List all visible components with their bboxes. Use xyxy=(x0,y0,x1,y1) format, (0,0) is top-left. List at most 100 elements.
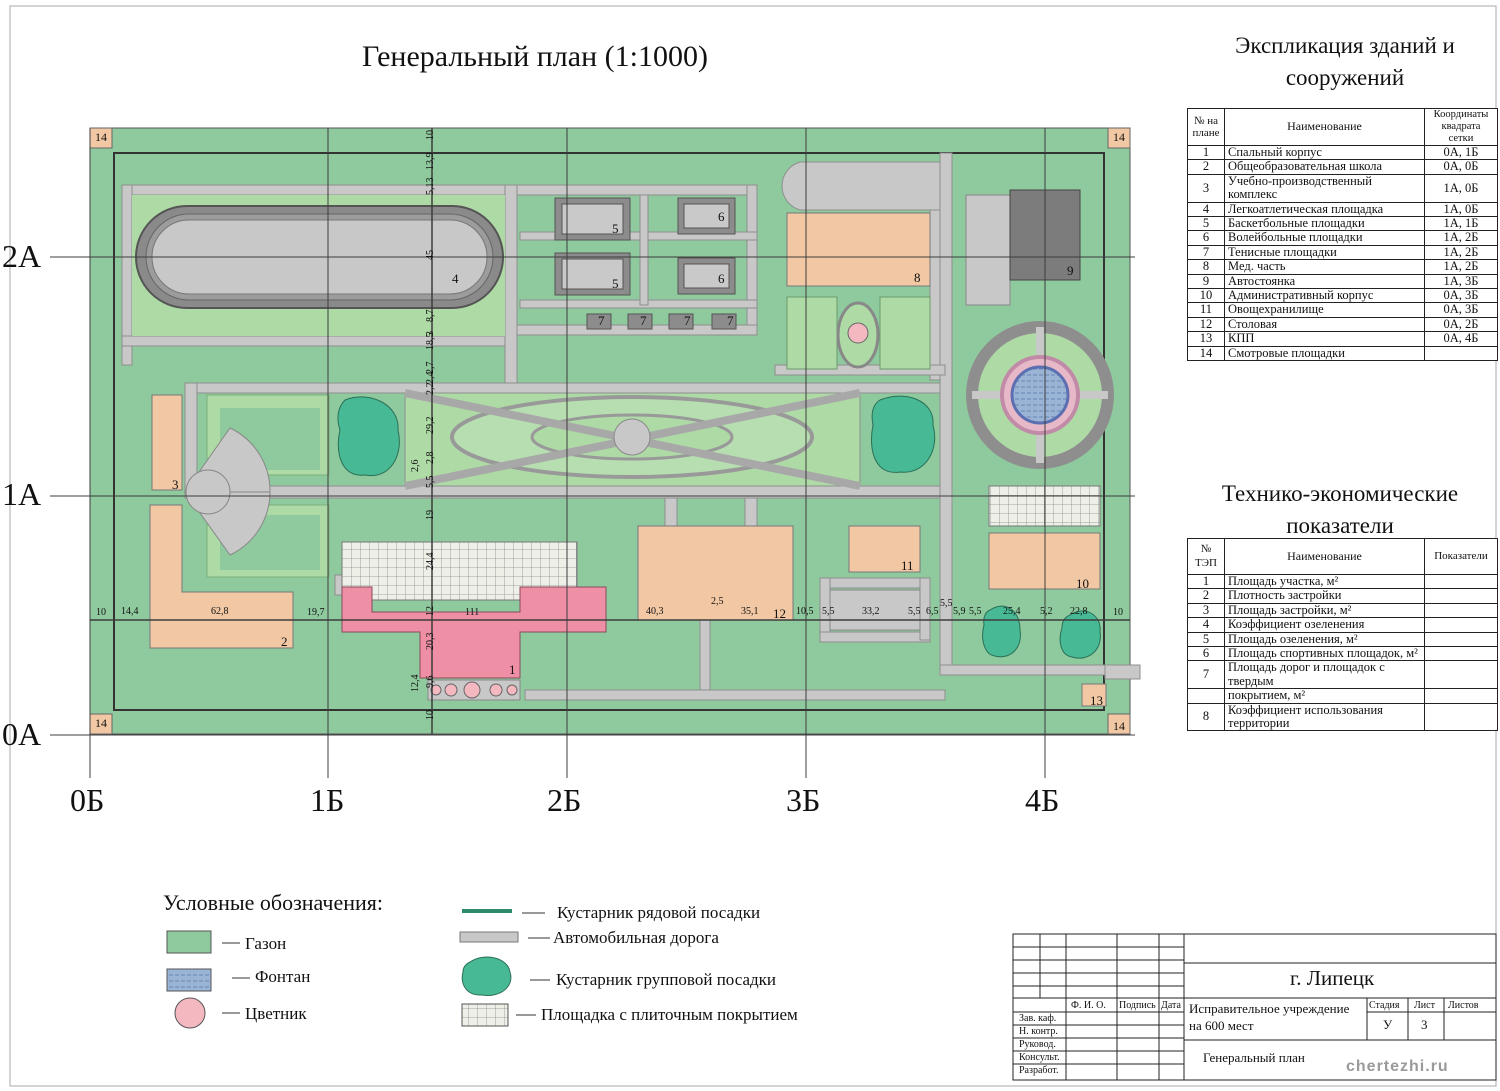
table-cell xyxy=(1424,660,1498,690)
table-cell: Площадь озеленения, м² xyxy=(1224,631,1425,648)
building-number: 9 xyxy=(1067,263,1074,278)
col-header: Координаты квадрата сетки xyxy=(1424,108,1498,146)
col-axis-label: 1Б xyxy=(310,782,345,818)
building-number: 11 xyxy=(901,558,914,573)
table-cell: Баскетбольные площадки xyxy=(1224,216,1425,232)
table-cell: Волейбольные площадки xyxy=(1224,230,1425,246)
table-cell xyxy=(1424,702,1498,732)
dim-label: 9,6 xyxy=(425,675,436,689)
dim-label: 10 xyxy=(1113,607,1123,618)
flowerbed-circle xyxy=(506,684,518,696)
col-header: Наименование xyxy=(1224,538,1425,575)
explication-title: Экспликация зданий и сооружений xyxy=(1190,30,1500,94)
dim-label: 2,5 xyxy=(711,596,724,607)
stamp-sheet-value: 3 xyxy=(1421,1017,1428,1032)
table-cell: 2 xyxy=(1187,588,1225,604)
building-number: 1 xyxy=(509,662,516,677)
table-row: 8 Мед. часть 1А, 2Б xyxy=(1187,259,1498,275)
dim-label: 2,6 xyxy=(410,459,421,473)
table-row: 4 Коэффициент озеленения xyxy=(1187,617,1498,633)
road-line xyxy=(459,931,519,943)
legend-label: Фонтан xyxy=(255,967,311,986)
stamp-col-stage: Стадия xyxy=(1369,1000,1400,1011)
legend-label: Цветник xyxy=(245,1004,307,1023)
table-cell: 0А, 4Б xyxy=(1424,331,1498,347)
table-cell: 1А, 1Б xyxy=(1424,216,1498,232)
flowerbed-circle xyxy=(847,322,869,344)
building-number: 4 xyxy=(452,271,459,286)
lawn-plot xyxy=(786,296,838,370)
flowerbed-circle xyxy=(444,683,458,697)
table-row: 14 Смотровые площадки xyxy=(1187,345,1498,362)
row-axis-label: 0А xyxy=(2,716,42,752)
table-cell: Площадь дорог и площадок с твердым xyxy=(1224,660,1425,690)
building-number: 13 xyxy=(1090,693,1103,708)
table-cell: Столовая xyxy=(1224,316,1425,333)
explication-table: № на плане Наименование Координаты квадр… xyxy=(1187,108,1498,362)
stamp-col-sign: Подпись xyxy=(1119,1000,1156,1011)
dim-label: 22,8 xyxy=(1070,606,1088,617)
table-row: 2 Общеобразовательная школа 0А, 0Б xyxy=(1187,159,1498,175)
dim-label: 5,5 xyxy=(822,606,835,617)
building-number: 14 xyxy=(1113,130,1125,144)
plaza-circle xyxy=(185,469,231,515)
stamp-role: Разработ. xyxy=(1019,1065,1059,1076)
table-row: 5 Площадь озеленения, м² xyxy=(1187,631,1498,648)
col-header: № на плане xyxy=(1187,108,1225,146)
table-cell: Смотровые площадки xyxy=(1224,345,1425,362)
tep-title-line: Технико-экономические xyxy=(1221,481,1459,506)
table-cell: 6 xyxy=(1187,646,1225,662)
building-number: 8 xyxy=(914,270,921,285)
table-cell: 13 xyxy=(1187,331,1225,347)
table-cell: Общеобразовательная школа xyxy=(1224,159,1425,175)
table-cell xyxy=(1424,646,1498,662)
dim-label: 12 xyxy=(425,606,436,616)
table-cell: 9 xyxy=(1187,273,1225,290)
lawn-plot xyxy=(879,296,931,370)
dim-label: 14,4 xyxy=(121,606,139,617)
table-cell: 12 xyxy=(1187,316,1225,333)
legend-label: Площадка с плиточным покрытием xyxy=(541,1005,798,1024)
table-row: 9 Автостоянка 1А, 3Б xyxy=(1187,273,1498,290)
dim-label: 19,7 xyxy=(307,607,325,618)
dim-label: 25,4 xyxy=(1003,606,1021,617)
building-number: 14 xyxy=(95,130,107,144)
table-cell: 11 xyxy=(1187,302,1225,318)
flowerbed-circle xyxy=(174,997,206,1029)
table-cell: КПП xyxy=(1224,331,1425,347)
dim-label: 62,8 xyxy=(211,606,229,617)
building-number: 7 xyxy=(684,313,691,328)
col-axis-label: 4Б xyxy=(1025,782,1060,818)
dim-label: 33,2 xyxy=(862,606,880,617)
stamp-project-line: Исправительное учреждение xyxy=(1189,1001,1350,1016)
dim-label: 5,5 xyxy=(425,475,436,489)
dim-label: 10 xyxy=(425,710,436,720)
table-row: 2 Плотность застройки xyxy=(1187,588,1498,604)
group-shrub-icon xyxy=(461,956,512,997)
table-cell: 0А, 0Б xyxy=(1424,159,1498,175)
table-cell: 2 xyxy=(1187,159,1225,175)
building-medical xyxy=(786,212,931,287)
table-cell: 4 xyxy=(1187,617,1225,633)
legend-label: Газон xyxy=(245,934,287,953)
dim-label: 5,13 xyxy=(425,177,436,196)
flowerbed-circle xyxy=(463,681,481,699)
col-header: № ТЭП xyxy=(1187,538,1225,575)
table-cell: Коэффициент использования территории xyxy=(1224,702,1425,732)
table-cell: Спальный корпус xyxy=(1224,144,1425,161)
stamp-role: Руковод. xyxy=(1019,1039,1056,1050)
row-axis-label: 2А xyxy=(2,238,42,274)
dim-label: 18,5 xyxy=(425,332,436,351)
table-row: 7 Тенисные площадки 1А, 2Б xyxy=(1187,244,1498,261)
table-cell: 5 xyxy=(1187,216,1225,232)
athletics-track xyxy=(132,195,505,336)
table-row: 11 Овощехранилище 0А, 3Б xyxy=(1187,302,1498,318)
table-cell: Площадь застройки, м² xyxy=(1224,602,1425,619)
row-axis-label: 1А xyxy=(2,476,42,512)
table-cell: Мед. часть xyxy=(1224,259,1425,275)
building-number: 14 xyxy=(95,716,107,730)
dim-label: 2,2 xyxy=(425,382,436,396)
dim-label: 45 xyxy=(425,250,436,260)
table-cell: Площадь спортивных площадок, м² xyxy=(1224,646,1425,662)
building-number: 5 xyxy=(612,221,619,236)
